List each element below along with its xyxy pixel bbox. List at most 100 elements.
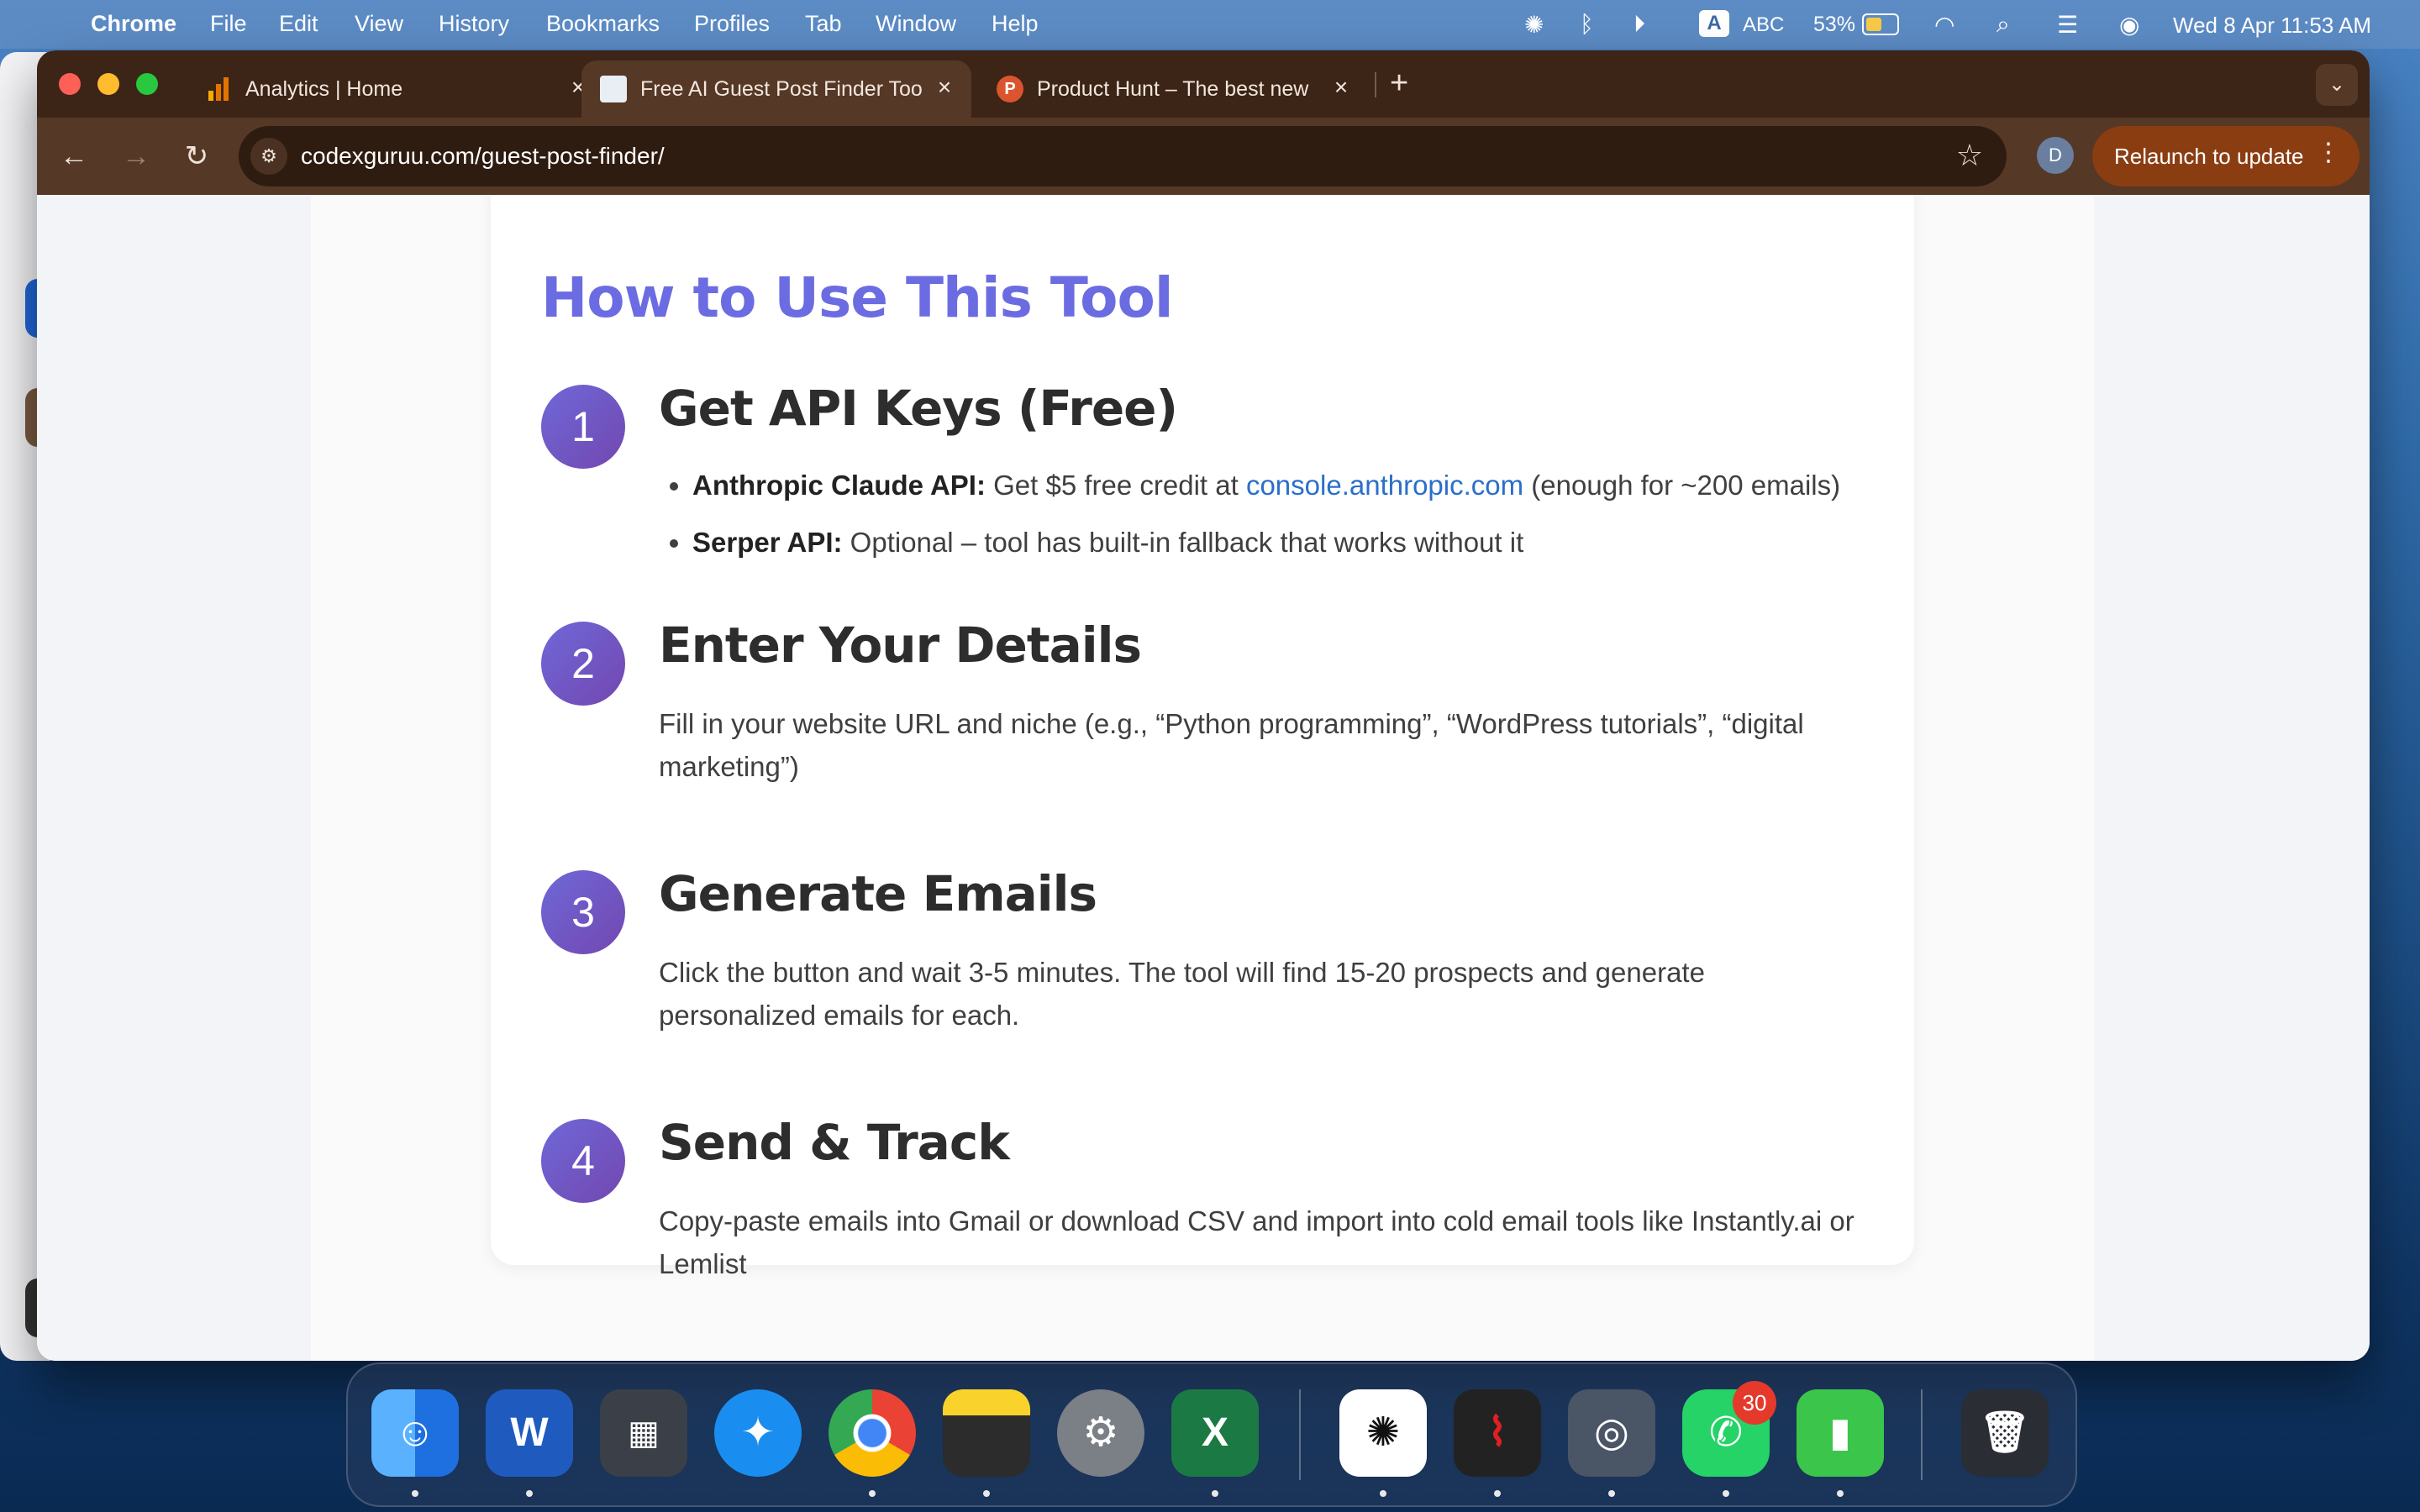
siri-icon[interactable]: ◉ <box>2119 11 2139 39</box>
step-heading: Enter Your Details <box>659 617 1142 674</box>
step-description: Copy-paste emails into Gmail or download… <box>659 1205 1854 1279</box>
menu-bookmarks[interactable]: Bookmarks <box>546 11 660 37</box>
clock[interactable]: Wed 8 Apr 11:53 AM <box>2173 13 2371 39</box>
reload-icon[interactable]: ↻ <box>175 134 218 178</box>
battery-percent: 53% <box>1813 13 1856 36</box>
step-number: 1 <box>541 385 625 469</box>
notes-icon[interactable] <box>943 1389 1030 1477</box>
web-page: How to Use This Tool 1 Get API Keys (Fre… <box>37 195 2370 1361</box>
tab-title: Free AI Guest Post Finder Too <box>640 77 923 101</box>
numbers-icon[interactable]: ▮ <box>1797 1389 1884 1477</box>
menu-help[interactable]: Help <box>992 11 1039 37</box>
preview-icon[interactable]: ◎ <box>1568 1389 1655 1477</box>
menu-app-name[interactable]: Chrome <box>91 11 176 37</box>
running-indicator <box>1608 1490 1615 1497</box>
whatsapp-notification-badge: 30 <box>1733 1381 1776 1425</box>
bullet-text: Get $5 free credit at <box>985 470 1246 501</box>
profile-avatar[interactable]: D <box>2037 137 2074 174</box>
control-center-icon[interactable]: ☰ <box>2057 11 2078 39</box>
minimize-window-button[interactable] <box>97 73 119 95</box>
step-number: 2 <box>541 622 625 706</box>
menu-view[interactable]: View <box>355 11 403 37</box>
step-number: 3 <box>541 870 625 954</box>
input-source-icon[interactable]: A <box>1699 10 1729 37</box>
list-item: Serper API: Optional – tool has built-in… <box>692 514 1840 571</box>
dock-separator <box>1921 1389 1923 1480</box>
step-heading: Get API Keys (Free) <box>659 380 1178 437</box>
step-description: Fill in your website URL and niche (e.g.… <box>659 708 1804 782</box>
step-number: 4 <box>541 1119 625 1203</box>
back-arrow-icon[interactable]: ← <box>52 134 96 178</box>
browser-window: Analytics | Home × Free AI Guest Post Fi… <box>37 50 2370 1361</box>
chatgpt-icon[interactable]: ✺ <box>1339 1389 1427 1477</box>
chrome-icon[interactable] <box>829 1389 916 1477</box>
step-heading: Generate Emails <box>659 865 1097 922</box>
tab-search-chevron-down-icon[interactable]: ⌄ <box>2316 64 2358 106</box>
section-title: How to Use This Tool <box>541 265 1173 330</box>
tab-analytics[interactable]: Analytics | Home × <box>187 60 607 118</box>
running-indicator <box>1212 1490 1218 1497</box>
running-indicator <box>983 1490 990 1497</box>
menu-window[interactable]: Window <box>876 11 956 37</box>
maximize-window-button[interactable] <box>136 73 158 95</box>
safari-compass-icon[interactable]: ✦ <box>714 1389 802 1477</box>
running-indicator <box>1494 1490 1501 1497</box>
running-indicator <box>1723 1490 1729 1497</box>
anthropic-console-link[interactable]: console.anthropic.com <box>1246 470 1523 501</box>
tab-title: Analytics | Home <box>245 77 403 101</box>
bookmark-star-icon[interactable]: ☆ <box>1956 138 1983 173</box>
analytics-icon <box>205 76 232 102</box>
close-tab-icon[interactable]: × <box>1326 72 1356 102</box>
tab-product-hunt[interactable]: P Product Hunt – The best new × <box>978 60 1398 118</box>
system-settings-gear-icon[interactable]: ⚙ <box>1057 1389 1144 1477</box>
bullet-text: (enough for ~200 emails) <box>1523 470 1841 501</box>
address-bar[interactable]: ⚙ codexguruu.com/guest-post-finder/ ☆ <box>239 126 2007 186</box>
api-keys-list: Anthropic Claude API: Get $5 free credit… <box>659 457 1840 571</box>
tab-guest-post-finder[interactable]: Free AI Guest Post Finder Too × <box>581 60 971 118</box>
step-description: Click the button and wait 3-5 minutes. T… <box>659 957 1705 1031</box>
list-item: Anthropic Claude API: Get $5 free credit… <box>692 457 1840 514</box>
menu-profiles[interactable]: Profiles <box>694 11 770 37</box>
close-tab-icon[interactable]: × <box>929 72 960 102</box>
menu-edit[interactable]: Edit <box>279 11 318 37</box>
battery-icon[interactable] <box>1862 13 1899 35</box>
new-tab-button[interactable]: + <box>1390 66 1408 102</box>
site-info-icon[interactable]: ⚙ <box>250 138 287 175</box>
play-icon[interactable]: ⏵ <box>1634 11 1645 39</box>
relaunch-label: Relaunch to update <box>2114 144 2304 169</box>
acrobat-icon[interactable]: ⌇ <box>1454 1389 1541 1477</box>
menu-tab[interactable]: Tab <box>805 11 842 37</box>
spotlight-search-icon[interactable]: ⌕ <box>1996 11 2010 39</box>
forward-arrow-icon[interactable]: → <box>114 134 158 178</box>
product-hunt-icon: P <box>997 76 1023 102</box>
relaunch-to-update-button[interactable]: Relaunch to update ⋮ <box>2092 126 2360 186</box>
page-favicon-icon <box>600 76 627 102</box>
dock-separator <box>1299 1389 1301 1480</box>
close-window-button[interactable] <box>59 73 81 95</box>
menu-history[interactable]: History <box>439 11 509 37</box>
excel-icon[interactable]: X <box>1171 1389 1259 1477</box>
url-text[interactable]: codexguruu.com/guest-post-finder/ <box>301 143 665 170</box>
wifi-icon[interactable]: ◠ <box>1934 11 1954 39</box>
bluetooth-icon[interactable]: ᛒ <box>1580 11 1594 38</box>
bullet-label: Serper API: <box>692 527 843 558</box>
trash-icon[interactable]: 🗑 <box>1961 1389 2049 1477</box>
tab-strip: Analytics | Home × Free AI Guest Post Fi… <box>37 50 2370 118</box>
chatgpt-status-icon[interactable]: ✺ <box>1524 11 1544 39</box>
running-indicator <box>869 1490 876 1497</box>
browser-toolbar: ← → ↻ ⚙ codexguruu.com/guest-post-finder… <box>37 118 2370 195</box>
input-source-label[interactable]: ABC <box>1743 13 1784 37</box>
menu-file[interactable]: File <box>210 11 247 37</box>
step-heading: Send & Track <box>659 1114 1010 1171</box>
more-options-icon[interactable]: ⋮ <box>2316 138 2341 167</box>
dock: ☺ W ▦ ✦ ⚙ X ✺ ⌇ ◎ ✆ ▮ 🗑 <box>346 1362 2077 1507</box>
menu-bar: Chrome File Edit View History Bookmarks … <box>0 0 2420 49</box>
word-icon[interactable]: W <box>486 1389 573 1477</box>
running-indicator <box>1837 1490 1844 1497</box>
tab-title: Product Hunt – The best new <box>1037 77 1309 101</box>
running-indicator <box>412 1490 418 1497</box>
finder-icon[interactable]: ☺ <box>371 1389 459 1477</box>
bullet-label: Anthropic Claude API: <box>692 470 986 501</box>
launchpad-icon[interactable]: ▦ <box>600 1389 687 1477</box>
bullet-text: Optional – tool has built-in fallback th… <box>842 527 1524 558</box>
